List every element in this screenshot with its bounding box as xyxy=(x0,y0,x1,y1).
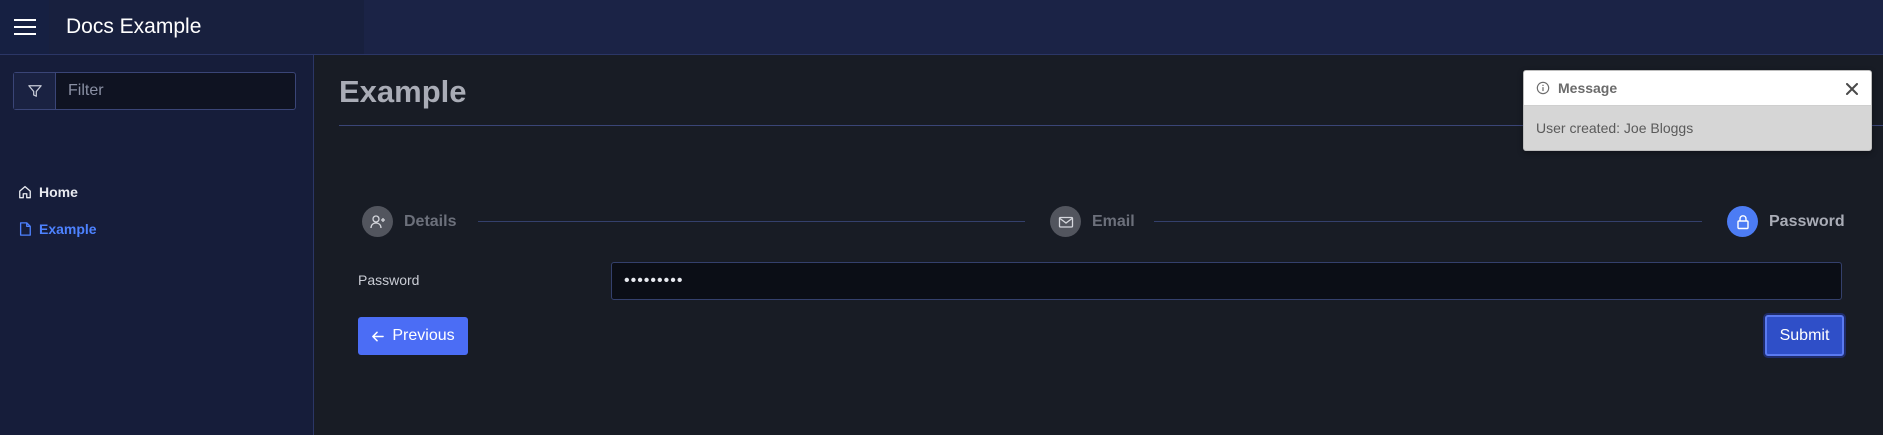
filter-icon xyxy=(27,85,42,97)
password-input[interactable]: ••••••••• xyxy=(611,262,1842,300)
previous-label: Previous xyxy=(392,327,455,344)
step-email[interactable]: Email xyxy=(1050,206,1135,237)
toast-message: Message User created: Joe Bloggs xyxy=(1523,70,1872,151)
page-title: Example xyxy=(339,74,467,109)
filter-input[interactable] xyxy=(56,73,295,109)
password-label: Password xyxy=(358,272,420,288)
brand-area: Docs Example xyxy=(0,0,364,54)
submit-button[interactable]: Submit xyxy=(1765,315,1844,356)
close-button[interactable] xyxy=(1843,80,1861,98)
lock-icon xyxy=(1727,206,1758,237)
arrow-left-icon xyxy=(371,330,385,343)
toast-title: Message xyxy=(1558,80,1618,96)
sidebar-item-example[interactable]: Example xyxy=(18,221,97,237)
menu-toggle-button[interactable] xyxy=(0,0,49,54)
filter-box xyxy=(13,72,296,110)
close-icon xyxy=(1846,83,1858,95)
sidebar-item-home[interactable]: Home xyxy=(18,184,78,200)
hamburger-icon xyxy=(13,19,36,35)
document-icon xyxy=(18,222,32,236)
toast-body: User created: Joe Bloggs xyxy=(1536,120,1694,136)
sidebar-item-label: Home xyxy=(39,184,78,200)
step-label: Email xyxy=(1092,212,1135,230)
sidebar-item-label: Example xyxy=(39,221,97,237)
toast-header: Message xyxy=(1524,71,1871,106)
info-icon xyxy=(1536,81,1550,95)
previous-button[interactable]: Previous xyxy=(358,317,468,355)
top-bar: Docs Example xyxy=(0,0,1883,55)
step-label: Password xyxy=(1769,212,1845,230)
home-icon xyxy=(18,185,32,199)
submit-label: Submit xyxy=(1779,326,1830,344)
app-title: Docs Example xyxy=(66,15,202,38)
user-plus-icon xyxy=(362,206,393,237)
step-connector xyxy=(478,221,1025,222)
envelope-icon xyxy=(1050,206,1081,237)
step-connector xyxy=(1154,221,1702,222)
step-details[interactable]: Details xyxy=(362,206,456,237)
step-password[interactable]: Password xyxy=(1727,206,1845,237)
filter-button[interactable] xyxy=(14,73,56,109)
step-label: Details xyxy=(404,212,457,230)
sidebar: Home Example xyxy=(0,55,314,435)
